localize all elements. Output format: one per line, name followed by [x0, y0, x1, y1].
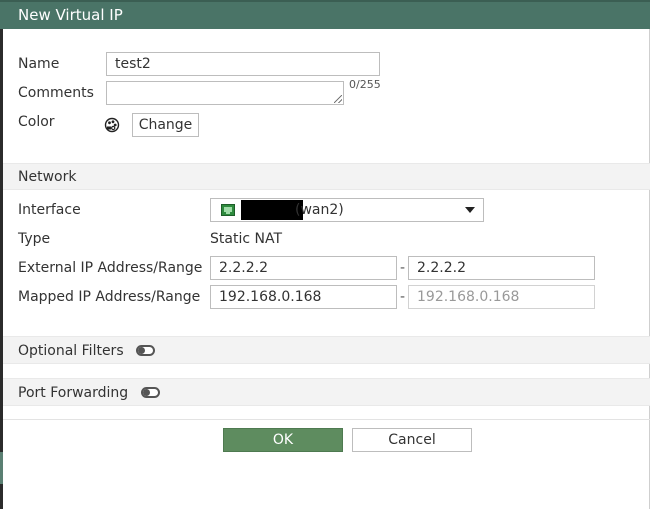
mapped-ip-label: Mapped IP Address/Range: [18, 289, 201, 305]
type-label: Type: [18, 231, 51, 247]
name-input[interactable]: test2: [106, 52, 380, 76]
name-label: Name: [18, 56, 60, 72]
external-ip-label: External IP Address/Range: [18, 260, 203, 276]
mapped-ip-end-input: 192.168.0.168: [408, 285, 595, 309]
range-separator: -: [400, 289, 406, 305]
external-ip-end-input[interactable]: 2.2.2.2: [408, 256, 595, 280]
ok-button[interactable]: OK: [223, 428, 343, 452]
external-ip-start-value: 2.2.2.2: [219, 260, 268, 276]
type-value: Static NAT: [210, 231, 282, 247]
network-port-icon: [221, 204, 235, 216]
external-ip-start-input[interactable]: 2.2.2.2: [210, 256, 397, 280]
dialog-title: New Virtual IP: [18, 6, 123, 24]
network-section-label: Network: [18, 169, 77, 185]
cancel-button[interactable]: Cancel: [352, 428, 472, 452]
optional-filters-toggle[interactable]: [136, 345, 155, 356]
comments-char-counter: 0/255: [349, 78, 381, 91]
port-forwarding-toggle[interactable]: [141, 387, 160, 398]
toggle-knob: [143, 389, 150, 396]
mapped-ip-end-value: 192.168.0.168: [417, 289, 520, 305]
dialog-title-bar: New Virtual IP: [0, 0, 650, 29]
window-frame-left: [0, 0, 3, 509]
port-forwarding-label: Port Forwarding: [18, 385, 129, 401]
interface-label: Interface: [18, 202, 81, 218]
redacted-interface-name: [241, 200, 303, 220]
name-input-value: test2: [115, 56, 151, 72]
toggle-knob: [138, 347, 145, 354]
interface-select-value: (wan2): [295, 202, 344, 218]
change-color-button[interactable]: Change: [132, 113, 199, 137]
range-separator: -: [400, 260, 406, 276]
chevron-down-icon: [465, 207, 475, 213]
resize-grip-icon[interactable]: [334, 95, 342, 103]
color-label: Color: [18, 114, 55, 130]
title-bar-border: [0, 0, 650, 2]
mapped-ip-start-input[interactable]: 192.168.0.168: [210, 285, 397, 309]
footer-divider: [3, 419, 650, 420]
mapped-ip-start-value: 192.168.0.168: [219, 289, 322, 305]
optional-filters-label: Optional Filters: [18, 343, 124, 359]
palette-icon: [104, 117, 120, 133]
comments-textarea[interactable]: [106, 81, 344, 105]
port-forwarding-section: Port Forwarding: [3, 378, 650, 406]
network-section-header: Network: [3, 163, 650, 190]
interface-select[interactable]: (wan2): [210, 198, 484, 222]
window-frame-accent: [0, 452, 3, 484]
optional-filters-section: Optional Filters: [3, 336, 650, 364]
comments-label: Comments: [18, 85, 94, 101]
external-ip-end-value: 2.2.2.2: [417, 260, 466, 276]
